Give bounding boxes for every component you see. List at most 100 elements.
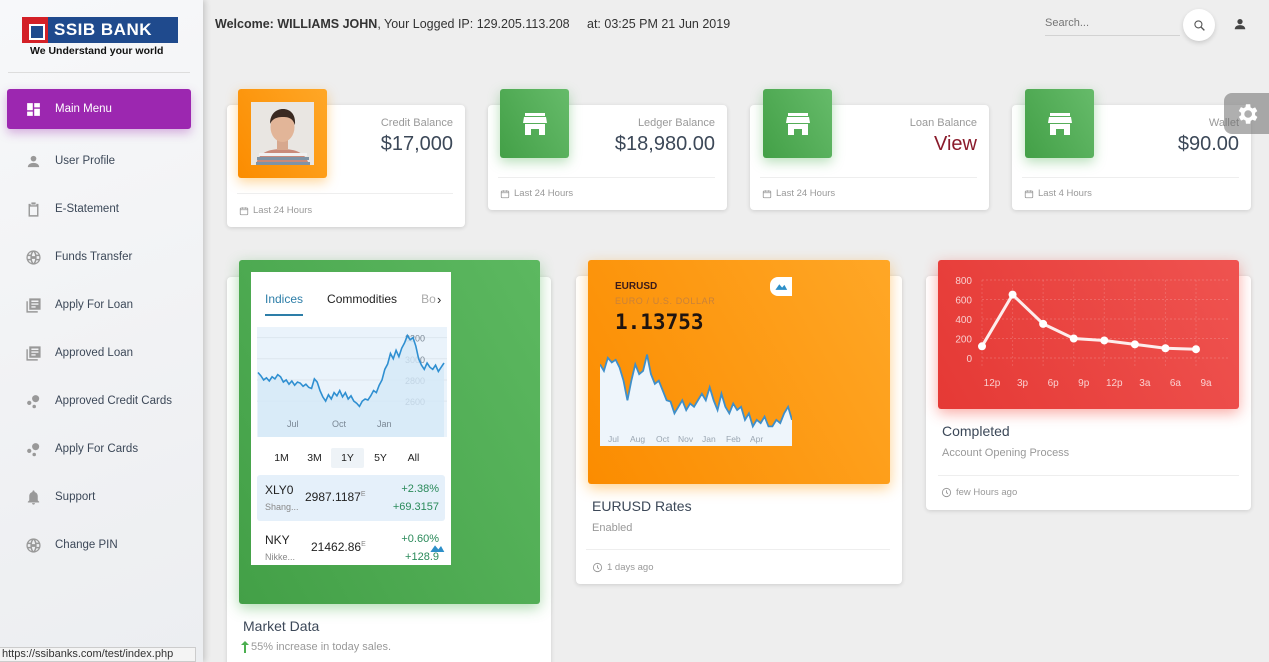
sidebar-item-apply-for-cards[interactable]: Apply For Cards <box>7 425 191 473</box>
quote-price: 2987.1187E <box>305 490 366 504</box>
search-input[interactable] <box>1045 10 1180 36</box>
stat-footer-text: Last 24 Hours <box>514 188 574 199</box>
x-tick-label: Nov <box>678 434 694 444</box>
stat-card-wallet: Wallet $90.00 Last 4 Hours <box>1012 89 1251 210</box>
x-tick-label: Feb <box>726 434 741 444</box>
stat-value: $18,980.00 <box>614 133 715 155</box>
search-button[interactable] <box>1183 9 1215 41</box>
sidebar-item-label: Support <box>55 491 96 503</box>
x-tick-label: Jan <box>702 434 716 444</box>
login-time: at: 03:25 PM 21 Jun 2019 <box>587 17 731 31</box>
data-point <box>1069 334 1078 343</box>
completed-line-chart: 0 200 400 600 800 12p 3p 6p 9p 12p 3a 6a 9a <box>955 276 1228 389</box>
divider <box>760 177 977 178</box>
sidebar-item-user-profile[interactable]: User Profile <box>7 137 191 185</box>
sidebar: SSIB BANK We Understand your world Main … <box>0 0 203 662</box>
store-icon <box>522 112 547 135</box>
y-tick-label: 0 <box>966 354 972 365</box>
stat-footer-text: Last 4 Hours <box>1038 188 1092 199</box>
eurusd-card: EURUSD EURO / U.S. DOLLAR 1.13753 Jul Aug… <box>576 260 902 584</box>
divider <box>1022 177 1239 178</box>
series-line <box>980 292 1197 351</box>
browser-status-url: https://ssibanks.com/test/index.php <box>0 647 196 662</box>
card-title: Market Data <box>243 618 320 634</box>
sidebar-item-main-menu[interactable]: Main Menu <box>7 89 191 129</box>
clock-icon <box>592 562 603 573</box>
sidebar-item-label: E-Statement <box>55 203 119 215</box>
logo-mark-icon <box>22 17 48 43</box>
calendar-icon <box>1024 189 1034 198</box>
quote-row[interactable]: NKY Nikke... 21462.86E +0.60% +128.9 <box>257 525 445 565</box>
eurusd-symbol: EURUSD <box>615 281 658 292</box>
sidebar-item-funds-transfer[interactable]: Funds Transfer <box>7 233 191 281</box>
sidebar-item-label: Funds Transfer <box>55 251 133 263</box>
bank-logo[interactable]: SSIB BANK We Understand your world <box>22 17 178 57</box>
stat-category: Loan Balance <box>909 117 977 129</box>
sidebar-item-apply-for-loan[interactable]: Apply For Loan <box>7 281 191 329</box>
sidebar-item-approved-loan[interactable]: Approved Loan <box>7 329 191 377</box>
tradingview-logo[interactable] <box>770 277 792 296</box>
library-books-icon <box>23 295 43 315</box>
store-icon <box>1047 112 1072 135</box>
library-books-icon <box>23 343 43 363</box>
card-footer: 1 days ago <box>592 562 653 573</box>
range-3m[interactable]: 3M <box>298 448 331 468</box>
card-footer: few Hours ago <box>941 487 1017 498</box>
x-tick-label: 6a <box>1170 378 1182 389</box>
settings-button[interactable] <box>1224 93 1269 134</box>
divider <box>237 193 453 194</box>
indices-chart: 2600280030003200JulOctJan <box>257 327 447 437</box>
tab-commodities[interactable]: Commodities <box>327 292 397 316</box>
sidebar-item-e-statement[interactable]: E-Statement <box>7 185 191 233</box>
calendar-icon <box>500 189 510 198</box>
range-all[interactable]: All <box>397 448 430 468</box>
price-suffix: E <box>360 491 366 498</box>
store-icon-box <box>1025 89 1094 158</box>
market-tabs: Indices Commodities Bo <box>265 292 436 316</box>
clipboard-icon <box>23 199 43 219</box>
quote-row[interactable]: XLY0 Shang... 2987.1187E +2.38% +69.3157 <box>257 475 445 521</box>
x-tick-label: Oct <box>332 419 347 429</box>
store-icon-box <box>500 89 569 158</box>
subtitle-text: 55% increase in today sales. <box>251 641 392 653</box>
card-subtitle: Account Opening Process <box>942 447 1070 459</box>
welcome-bar: Welcome: WILLIAMS JOHN, Your Logged IP: … <box>215 17 730 31</box>
footer-text: 1 days ago <box>607 562 654 573</box>
range-5y[interactable]: 5Y <box>364 448 397 468</box>
search-icon <box>1193 19 1205 31</box>
loan-view-link[interactable]: View <box>934 133 977 156</box>
range-1y[interactable]: 1Y <box>331 448 364 468</box>
tab-bonds[interactable]: Bo <box>421 292 436 316</box>
x-tick-label: Jan <box>377 419 392 429</box>
sidebar-item-label: Apply For Cards <box>55 443 139 455</box>
data-point <box>1039 319 1048 328</box>
arrow-up-icon <box>241 641 249 653</box>
chevron-right-icon[interactable]: › <box>437 292 441 307</box>
price-suffix: E <box>361 541 366 548</box>
range-1m[interactable]: 1M <box>265 448 298 468</box>
sidebar-item-support[interactable]: Support <box>7 473 191 521</box>
sidebar-item-change-pin[interactable]: Change PIN <box>7 521 191 569</box>
divider <box>938 475 1239 476</box>
market-widget: Indices Commodities Bo › 260028003000320… <box>251 272 451 565</box>
stat-footer: Last 4 Hours <box>1024 188 1092 199</box>
footer-text: few Hours ago <box>956 487 1018 498</box>
sidebar-menu: Main Menu User Profile E-Statement Funds… <box>7 89 191 569</box>
user-photo <box>251 102 314 165</box>
store-icon-box <box>763 89 832 158</box>
eurusd-chart: Jul Aug Oct Nov Jan Feb Apr <box>600 354 792 446</box>
x-tick-label: Oct <box>656 434 670 444</box>
calendar-icon <box>239 206 249 215</box>
user-account-button[interactable] <box>1230 14 1250 34</box>
tab-indices[interactable]: Indices <box>265 292 304 316</box>
x-tick-label: 9p <box>1078 378 1090 389</box>
data-point <box>1192 345 1200 354</box>
globe-icon <box>23 535 43 555</box>
sidebar-item-approved-credit-cards[interactable]: Approved Credit Cards <box>7 377 191 425</box>
person-icon <box>1234 19 1246 30</box>
area-fill <box>600 354 792 446</box>
price-value: 2987.1187 <box>305 490 361 504</box>
data-point <box>978 342 986 351</box>
data-point <box>1130 340 1139 349</box>
eurusd-description: EURO / U.S. DOLLAR <box>615 296 716 306</box>
